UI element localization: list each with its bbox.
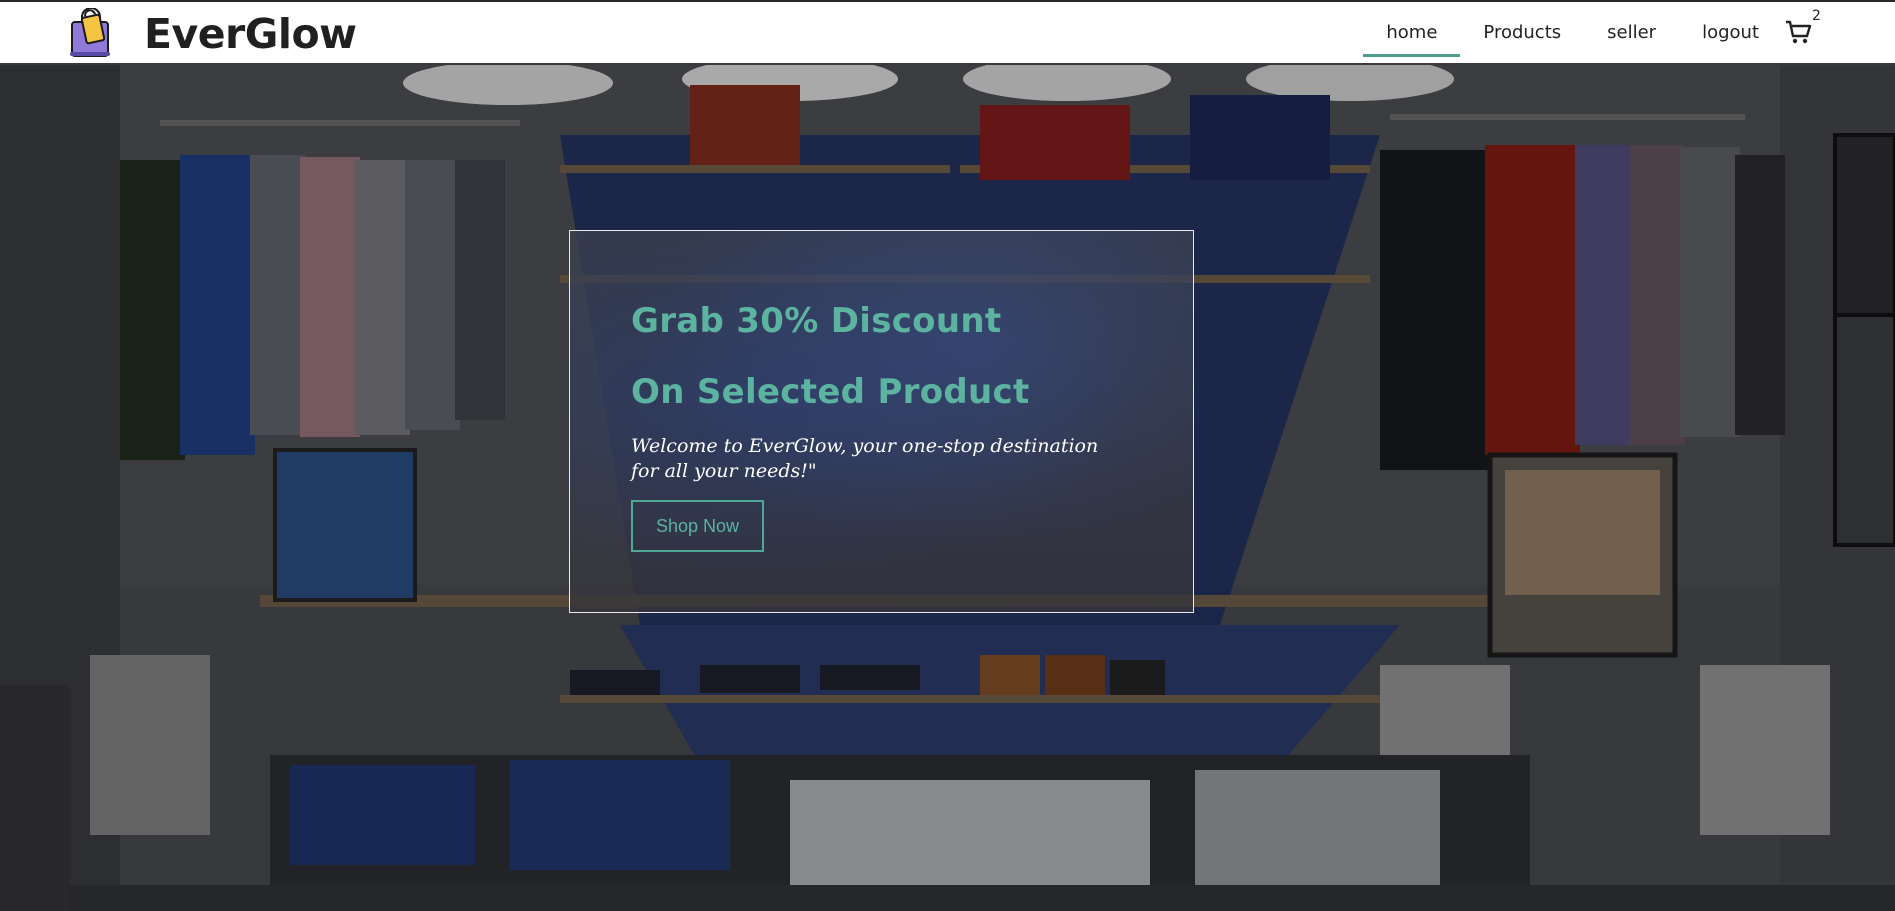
cart-icon — [1786, 20, 1812, 44]
cart-count-badge: 2 — [1812, 8, 1821, 24]
shopping-bags-icon — [70, 8, 110, 57]
cart-button[interactable]: 2 — [1784, 2, 1821, 63]
promo-title-line1: Grab 30% Discount — [631, 301, 1002, 341]
brand[interactable]: EverGlow — [66, 7, 357, 61]
shop-now-button[interactable]: Shop Now — [631, 500, 764, 552]
nav-link-home[interactable]: home — [1363, 2, 1461, 63]
nav-link-seller[interactable]: seller — [1584, 2, 1679, 63]
nav-link-products[interactable]: Products — [1460, 2, 1584, 63]
nav-links: home Products seller logout 2 — [1363, 2, 1821, 63]
promo-title-line2: On Selected Product — [631, 372, 1030, 412]
promo-description: Welcome to EverGlow, your one-stop desti… — [631, 435, 1099, 482]
navbar: EverGlow home Products seller logout 2 — [0, 2, 1895, 65]
promo-card-backdrop — [570, 231, 1193, 612]
nav-link-logout[interactable]: logout — [1679, 2, 1782, 63]
brand-name: EverGlow — [144, 10, 357, 58]
promo-card: Grab 30% Discount On Selected Product We… — [569, 230, 1194, 613]
